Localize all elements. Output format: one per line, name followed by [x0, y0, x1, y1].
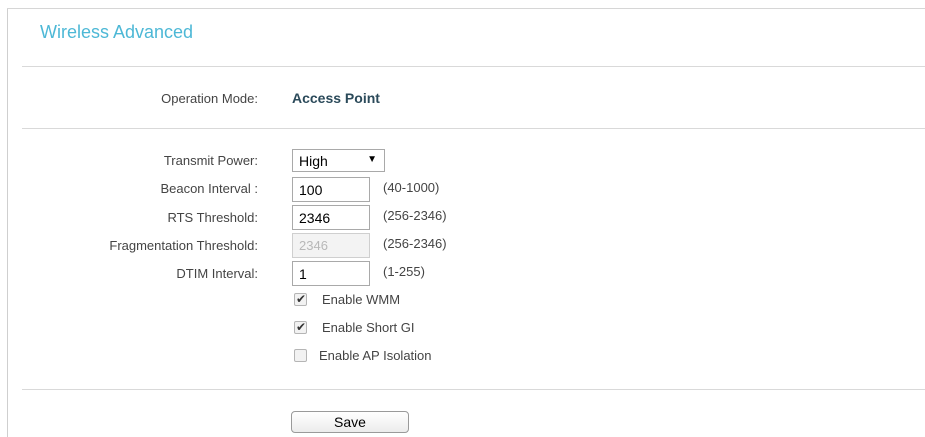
enable-wmm-option[interactable]: ✔ Enable WMM	[294, 292, 434, 308]
enable-short-gi-checkbox[interactable]: ✔	[294, 320, 307, 334]
enable-short-gi-option[interactable]: ✔ Enable Short GI	[294, 320, 454, 336]
transmit-power-select[interactable]: High ▼	[292, 149, 385, 172]
rts-threshold-input[interactable]: 2346	[292, 205, 370, 230]
enable-ap-isolation-checkbox[interactable]	[294, 349, 307, 362]
check-icon: ✔	[296, 320, 307, 334]
beacon-interval-label: Beacon Interval :	[160, 181, 258, 196]
enable-wmm-checkbox[interactable]: ✔	[294, 292, 307, 306]
divider	[22, 128, 925, 129]
transmit-power-label: Transmit Power:	[163, 153, 258, 168]
page-title: Wireless Advanced	[40, 22, 194, 42]
fragmentation-threshold-label: Fragmentation Threshold:	[109, 238, 258, 253]
settings-panel: Wireless Advanced Operation Mode: Access…	[0, 0, 925, 437]
dtim-interval-input[interactable]: 1	[292, 261, 370, 286]
transmit-power-selected-value: High	[299, 153, 328, 169]
rts-threshold-label: RTS Threshold:	[167, 210, 258, 225]
divider	[22, 66, 925, 67]
dropdown-arrow-icon: ▼	[367, 154, 377, 165]
divider	[22, 389, 925, 390]
panel-left-border	[7, 8, 8, 437]
save-button[interactable]: Save	[291, 411, 409, 433]
panel-top-border	[7, 8, 925, 9]
check-icon: ✔	[296, 292, 307, 306]
enable-ap-isolation-label: Enable AP Isolation	[319, 348, 432, 363]
fragmentation-threshold-range: (256-2346)	[383, 236, 447, 251]
enable-ap-isolation-option[interactable]: Enable AP Isolation	[294, 348, 464, 364]
operation-mode-value: Access Point	[292, 90, 380, 106]
beacon-interval-input[interactable]: 100	[292, 177, 370, 202]
dtim-interval-range: (1-255)	[383, 264, 425, 279]
operation-mode-label: Operation Mode:	[161, 91, 258, 106]
beacon-interval-range: (40-1000)	[383, 180, 440, 195]
dtim-interval-label: DTIM Interval:	[176, 266, 258, 281]
fragmentation-threshold-input: 2346	[292, 233, 370, 258]
enable-wmm-label: Enable WMM	[322, 292, 401, 307]
rts-threshold-range: (256-2346)	[383, 208, 447, 223]
enable-short-gi-label: Enable Short GI	[322, 320, 415, 335]
